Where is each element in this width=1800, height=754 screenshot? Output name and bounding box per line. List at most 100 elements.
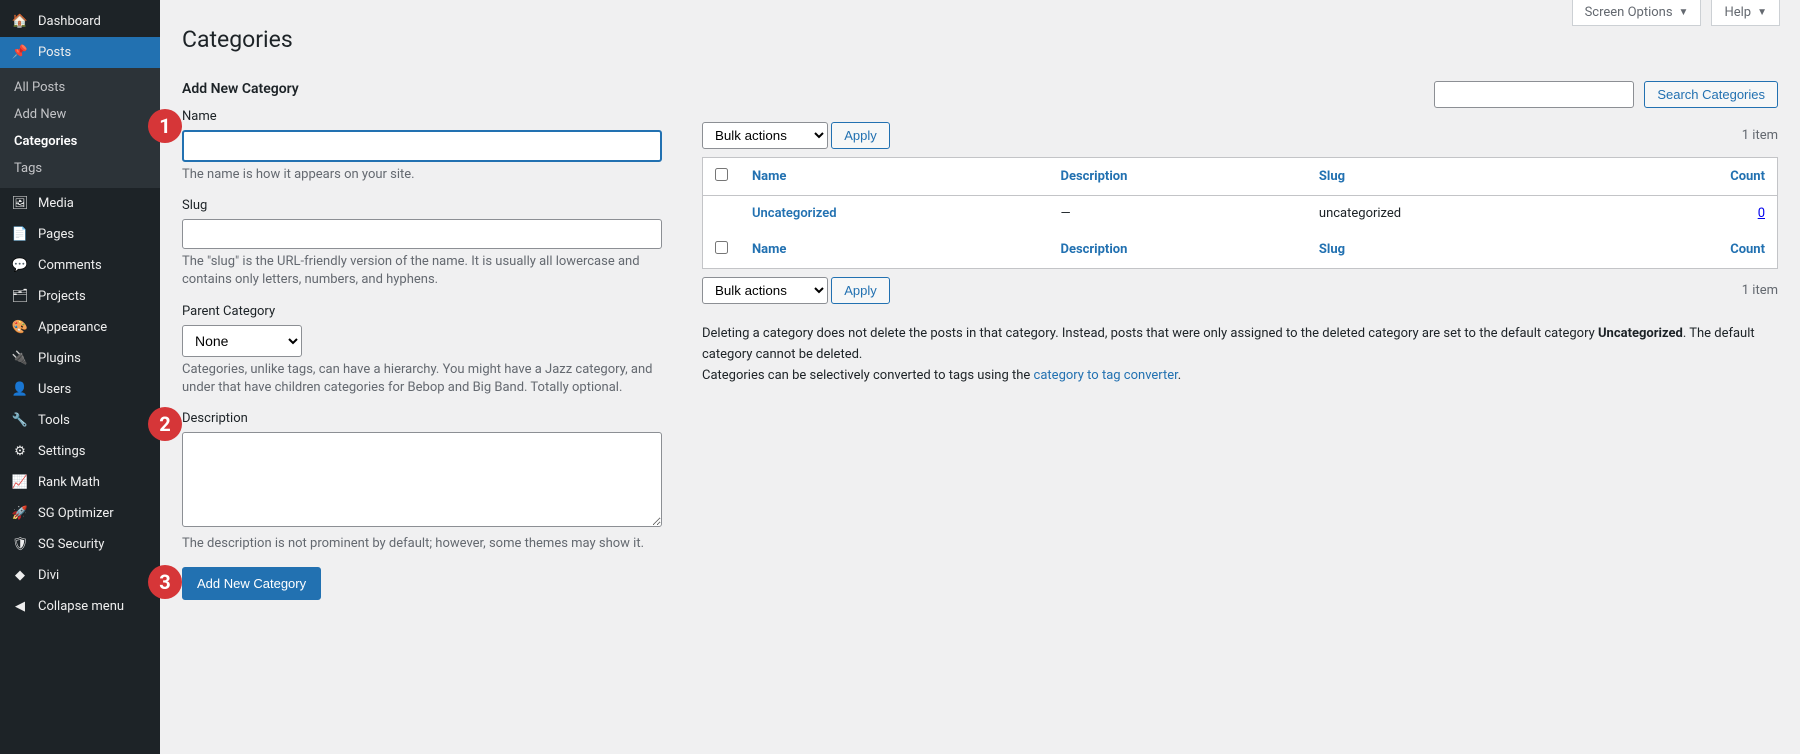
categories-table: Name Description Slug Count Uncategorize… [702, 157, 1778, 269]
sidebar-item-sg-security[interactable]: 🛡SG Security [0, 529, 160, 560]
help-tab[interactable]: Help ▼ [1711, 0, 1780, 26]
submenu-add-new[interactable]: Add New [0, 101, 160, 128]
comment-icon: 💬 [10, 258, 30, 273]
sidebar-item-tools[interactable]: 🔧 Tools [0, 405, 160, 436]
select-all-checkbox-bottom[interactable] [715, 241, 728, 254]
posts-submenu: All Posts Add New Categories Tags [0, 68, 160, 188]
name-help: The name is how it appears on your site. [182, 166, 662, 184]
sidebar-item-dashboard[interactable]: 🏠 Dashboard [0, 6, 160, 37]
col-count-header[interactable]: Count [1730, 169, 1765, 184]
sidebar-item-divi[interactable]: ◆Divi [0, 560, 160, 591]
col-description-header[interactable]: Description [1061, 169, 1128, 184]
chevron-down-icon: ▼ [1679, 7, 1689, 18]
row-description: — [1049, 196, 1307, 232]
slug-input[interactable] [182, 219, 662, 249]
sidebar-item-rank-math[interactable]: 📈 Rank Math [0, 467, 160, 498]
screen-options-label: Screen Options [1585, 5, 1673, 20]
submenu-categories[interactable]: Categories [0, 128, 160, 155]
col-slug-footer[interactable]: Slug [1319, 242, 1345, 257]
sidebar-item-label: Media [38, 196, 74, 211]
description-help: The description is not prominent by defa… [182, 535, 662, 553]
sidebar-item-label: Dashboard [38, 14, 101, 29]
appearance-icon: 🎨 [10, 320, 30, 335]
rank-math-icon: 📈 [10, 475, 30, 490]
sidebar-item-posts[interactable]: 📌 Posts [0, 37, 160, 68]
row-slug: uncategorized [1307, 196, 1609, 232]
sidebar-item-label: Rank Math [38, 475, 100, 490]
page-icon: 📄 [10, 227, 30, 242]
sidebar-item-label: Settings [38, 444, 85, 459]
row-count-link[interactable]: 0 [1758, 206, 1765, 221]
sidebar-item-sg-optimizer[interactable]: 🚀 SG Optimizer [0, 498, 160, 529]
row-name-link[interactable]: Uncategorized [752, 206, 837, 221]
sidebar-item-label: Comments [38, 258, 102, 273]
submenu-all-posts[interactable]: All Posts [0, 74, 160, 101]
tools-icon: 🔧 [10, 413, 30, 428]
name-input[interactable] [182, 130, 662, 162]
category-to-tag-converter-link[interactable]: category to tag converter [1034, 368, 1178, 383]
bulk-actions-select-top[interactable]: Bulk actions [702, 122, 828, 149]
annotation-badge-1: 1 [148, 109, 182, 143]
optimizer-icon: 🚀 [10, 506, 30, 521]
screen-options-tab[interactable]: Screen Options ▼ [1572, 0, 1702, 26]
select-all-checkbox-top[interactable] [715, 168, 728, 181]
media-icon: 🖼 [10, 196, 30, 211]
shield-icon: 🛡 [10, 537, 30, 552]
sidebar-item-pages[interactable]: 📄 Pages [0, 219, 160, 250]
description-textarea[interactable] [182, 432, 662, 527]
item-count-bottom: 1 item [1742, 283, 1778, 298]
page-title: Categories [182, 26, 1778, 53]
chevron-down-icon: ▼ [1757, 7, 1767, 18]
parent-category-select[interactable]: None [182, 325, 302, 357]
collapse-icon: ◀ [10, 599, 30, 614]
apply-button-bottom[interactable]: Apply [831, 277, 890, 304]
apply-button-top[interactable]: Apply [831, 122, 890, 149]
search-categories-button[interactable]: Search Categories [1644, 81, 1778, 108]
note-text: . [1178, 368, 1181, 383]
plugin-icon: 🔌 [10, 351, 30, 366]
sidebar-item-settings[interactable]: ⚙ Settings [0, 436, 160, 467]
parent-help: Categories, unlike tags, can have a hier… [182, 361, 662, 397]
search-input[interactable] [1434, 81, 1634, 108]
col-name-header[interactable]: Name [752, 169, 786, 184]
sidebar-item-label: Plugins [38, 351, 81, 366]
col-slug-header[interactable]: Slug [1319, 169, 1345, 184]
add-new-category-button[interactable]: Add New Category [182, 567, 321, 600]
col-count-footer[interactable]: Count [1730, 242, 1765, 257]
sidebar-item-plugins[interactable]: 🔌 Plugins [0, 343, 160, 374]
note-default-category: Uncategorized [1598, 326, 1683, 341]
pushpin-icon: 📌 [10, 45, 30, 60]
note-text: Categories can be selectively converted … [702, 368, 1034, 383]
sidebar-item-collapse[interactable]: ◀ Collapse menu [0, 591, 160, 622]
sidebar-item-appearance[interactable]: 🎨 Appearance [0, 312, 160, 343]
sidebar-item-label: Pages [38, 227, 74, 242]
sidebar-item-label: Users [38, 382, 71, 397]
sidebar-item-label: Projects [38, 289, 86, 304]
sidebar-item-label: Collapse menu [38, 599, 124, 614]
table-row: Uncategorized — uncategorized 0 [703, 196, 1778, 232]
name-label: Name [182, 109, 662, 124]
bulk-actions-select-bottom[interactable]: Bulk actions [702, 277, 828, 304]
sidebar-item-label: Appearance [38, 320, 107, 335]
sidebar-item-media[interactable]: 🖼 Media [0, 188, 160, 219]
description-label: Description [182, 411, 662, 426]
sidebar-item-users[interactable]: 👤 Users [0, 374, 160, 405]
sidebar-item-label: SG Optimizer [38, 506, 114, 521]
category-list-panel: Search Categories Bulk actions Apply 1 i… [702, 81, 1778, 600]
item-count-top: 1 item [1742, 128, 1778, 143]
slug-label: Slug [182, 198, 662, 213]
projects-icon: 🗂 [10, 289, 30, 304]
col-description-footer[interactable]: Description [1061, 242, 1128, 257]
form-heading: Add New Category [182, 81, 662, 97]
gear-icon: ⚙ [10, 444, 30, 459]
user-icon: 👤 [10, 382, 30, 397]
slug-help: The "slug" is the URL-friendly version o… [182, 253, 662, 289]
divi-icon: ◆ [10, 568, 30, 583]
sidebar-item-projects[interactable]: 🗂 Projects [0, 281, 160, 312]
sidebar-item-comments[interactable]: 💬 Comments [0, 250, 160, 281]
col-name-footer[interactable]: Name [752, 242, 786, 257]
sidebar-item-label: Tools [38, 413, 70, 428]
submenu-tags[interactable]: Tags [0, 155, 160, 182]
help-label: Help [1724, 5, 1751, 20]
note-text: Deleting a category does not delete the … [702, 326, 1598, 341]
